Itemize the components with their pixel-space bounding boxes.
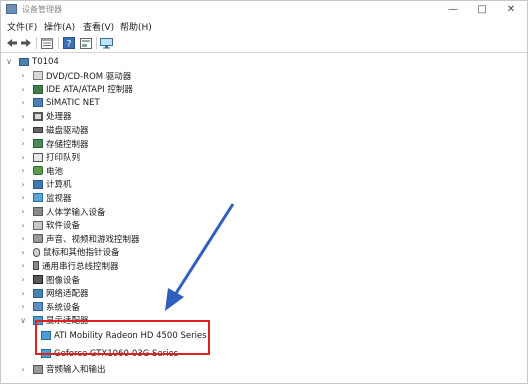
- device-manager-window: 设备管理器 — □ ✕ 文件(F) 操作(A) 查看(V) 帮助(H) ? ∨ …: [0, 0, 528, 384]
- highlight-box: [35, 320, 210, 355]
